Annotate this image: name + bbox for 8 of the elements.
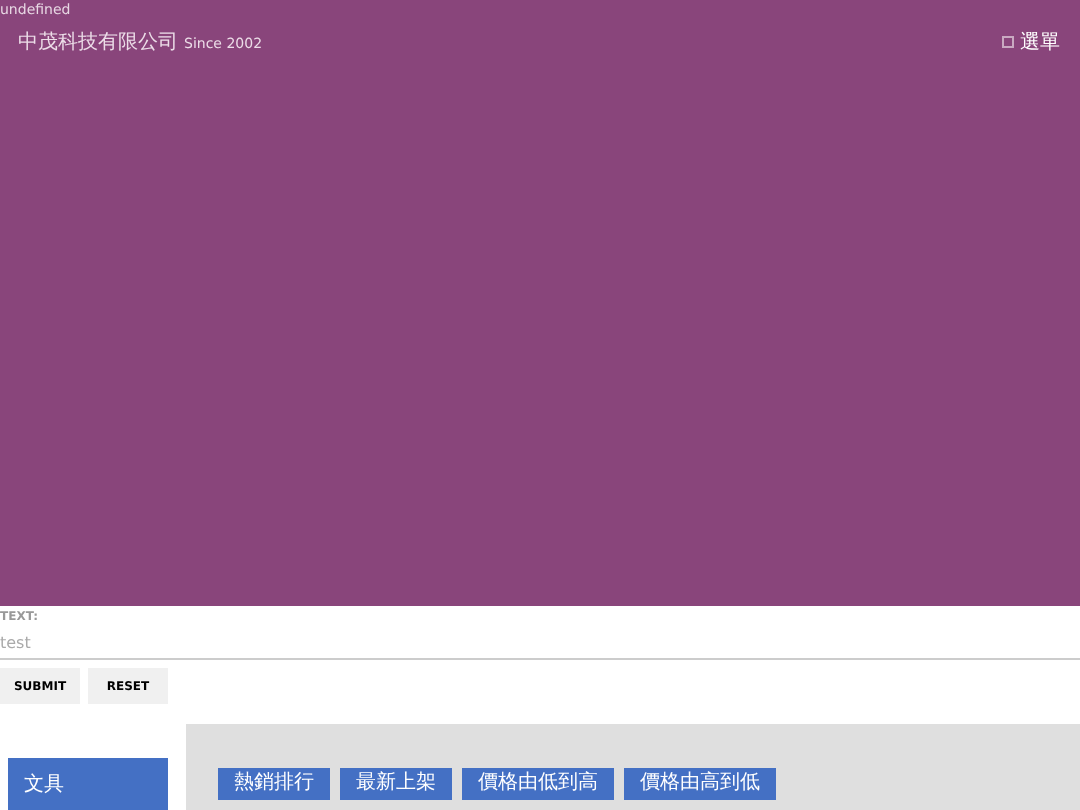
menu-button[interactable]: 選單 [1002, 28, 1060, 56]
sort-button[interactable]: 價格由低到高 [462, 768, 614, 800]
sort-button[interactable]: 最新上架 [340, 768, 452, 800]
company-name: 中茂科技有限公司 [18, 29, 178, 56]
sort-button[interactable]: 價格由高到低 [624, 768, 776, 800]
sort-button[interactable]: 熱銷排行 [218, 768, 330, 800]
square-icon [1002, 36, 1014, 48]
sidebar-item[interactable]: 文具 [8, 758, 168, 810]
